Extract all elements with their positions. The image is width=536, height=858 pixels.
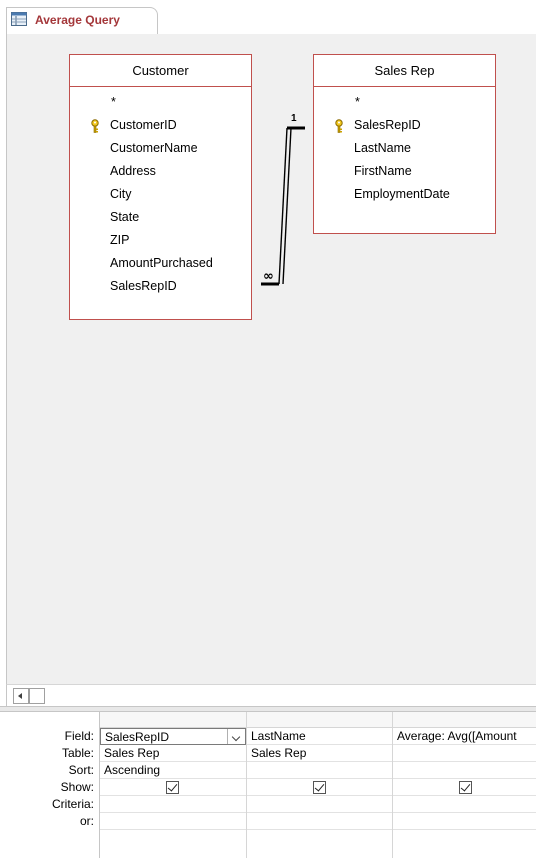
grid-columns: SalesRepID Sales Rep Ascending LastName … (99, 712, 536, 858)
tab-average-query[interactable]: Average Query (6, 7, 158, 36)
row-label-criteria: Criteria: (51, 797, 94, 811)
relationship-one-label: 1 (291, 113, 297, 124)
column-selector[interactable] (100, 712, 246, 728)
row-label-or: or: (79, 814, 94, 828)
column-selector[interactable] (247, 712, 392, 728)
grid-field-cell[interactable]: SalesRepID (100, 728, 246, 745)
row-label-table: Table: (61, 746, 94, 760)
grid-field-cell[interactable]: Average: Avg([Amount (393, 728, 536, 745)
grid-show-cell[interactable] (100, 779, 246, 796)
design-horizontal-scrollbar[interactable] (6, 684, 536, 706)
grid-row-labels: Field: Table: Sort: Show: Criteria: or: (0, 728, 98, 830)
row-label-show: Show: (60, 780, 94, 794)
scroll-thumb[interactable] (29, 688, 45, 704)
grid-criteria-cell[interactable] (100, 796, 246, 813)
chevron-down-icon[interactable] (227, 729, 245, 744)
grid-sort-cell[interactable] (247, 762, 392, 779)
relationship-join-line[interactable]: 1 ∞ (7, 34, 536, 334)
query-design-pane[interactable]: Customer * CustomerID CustomerName Addre… (6, 34, 536, 684)
grid-field-cell[interactable]: LastName (247, 728, 392, 745)
scroll-left-button[interactable] (13, 688, 29, 704)
grid-table-cell[interactable]: Sales Rep (100, 745, 246, 762)
grid-criteria-cell[interactable] (393, 796, 536, 813)
grid-show-cell[interactable] (247, 779, 392, 796)
cell-value: SalesRepID (105, 730, 170, 744)
show-checkbox[interactable] (166, 781, 179, 794)
grid-sort-cell[interactable]: Ascending (100, 762, 246, 779)
grid-or-cell[interactable] (393, 813, 536, 830)
column-selector[interactable] (393, 712, 536, 728)
grid-sort-cell[interactable] (393, 762, 536, 779)
grid-show-cell[interactable] (393, 779, 536, 796)
grid-criteria-cell[interactable] (247, 796, 392, 813)
query-icon (11, 12, 27, 26)
tab-label: Average Query (35, 13, 120, 27)
grid-or-cell[interactable] (247, 813, 392, 830)
relationship-many-label: ∞ (263, 269, 274, 284)
query-design-grid: Field: Table: Sort: Show: Criteria: or: … (0, 712, 536, 858)
grid-column-2[interactable]: LastName Sales Rep (247, 712, 393, 858)
grid-or-cell[interactable] (100, 813, 246, 830)
show-checkbox[interactable] (313, 781, 326, 794)
row-label-sort: Sort: (68, 763, 94, 777)
grid-table-cell[interactable]: Sales Rep (247, 745, 392, 762)
document-tab-strip: Average Query (0, 0, 536, 36)
show-checkbox[interactable] (459, 781, 472, 794)
row-label-field: Field: (64, 729, 94, 743)
grid-column-1[interactable]: SalesRepID Sales Rep Ascending (100, 712, 247, 858)
grid-column-3[interactable]: Average: Avg([Amount (393, 712, 536, 858)
grid-table-cell[interactable] (393, 745, 536, 762)
